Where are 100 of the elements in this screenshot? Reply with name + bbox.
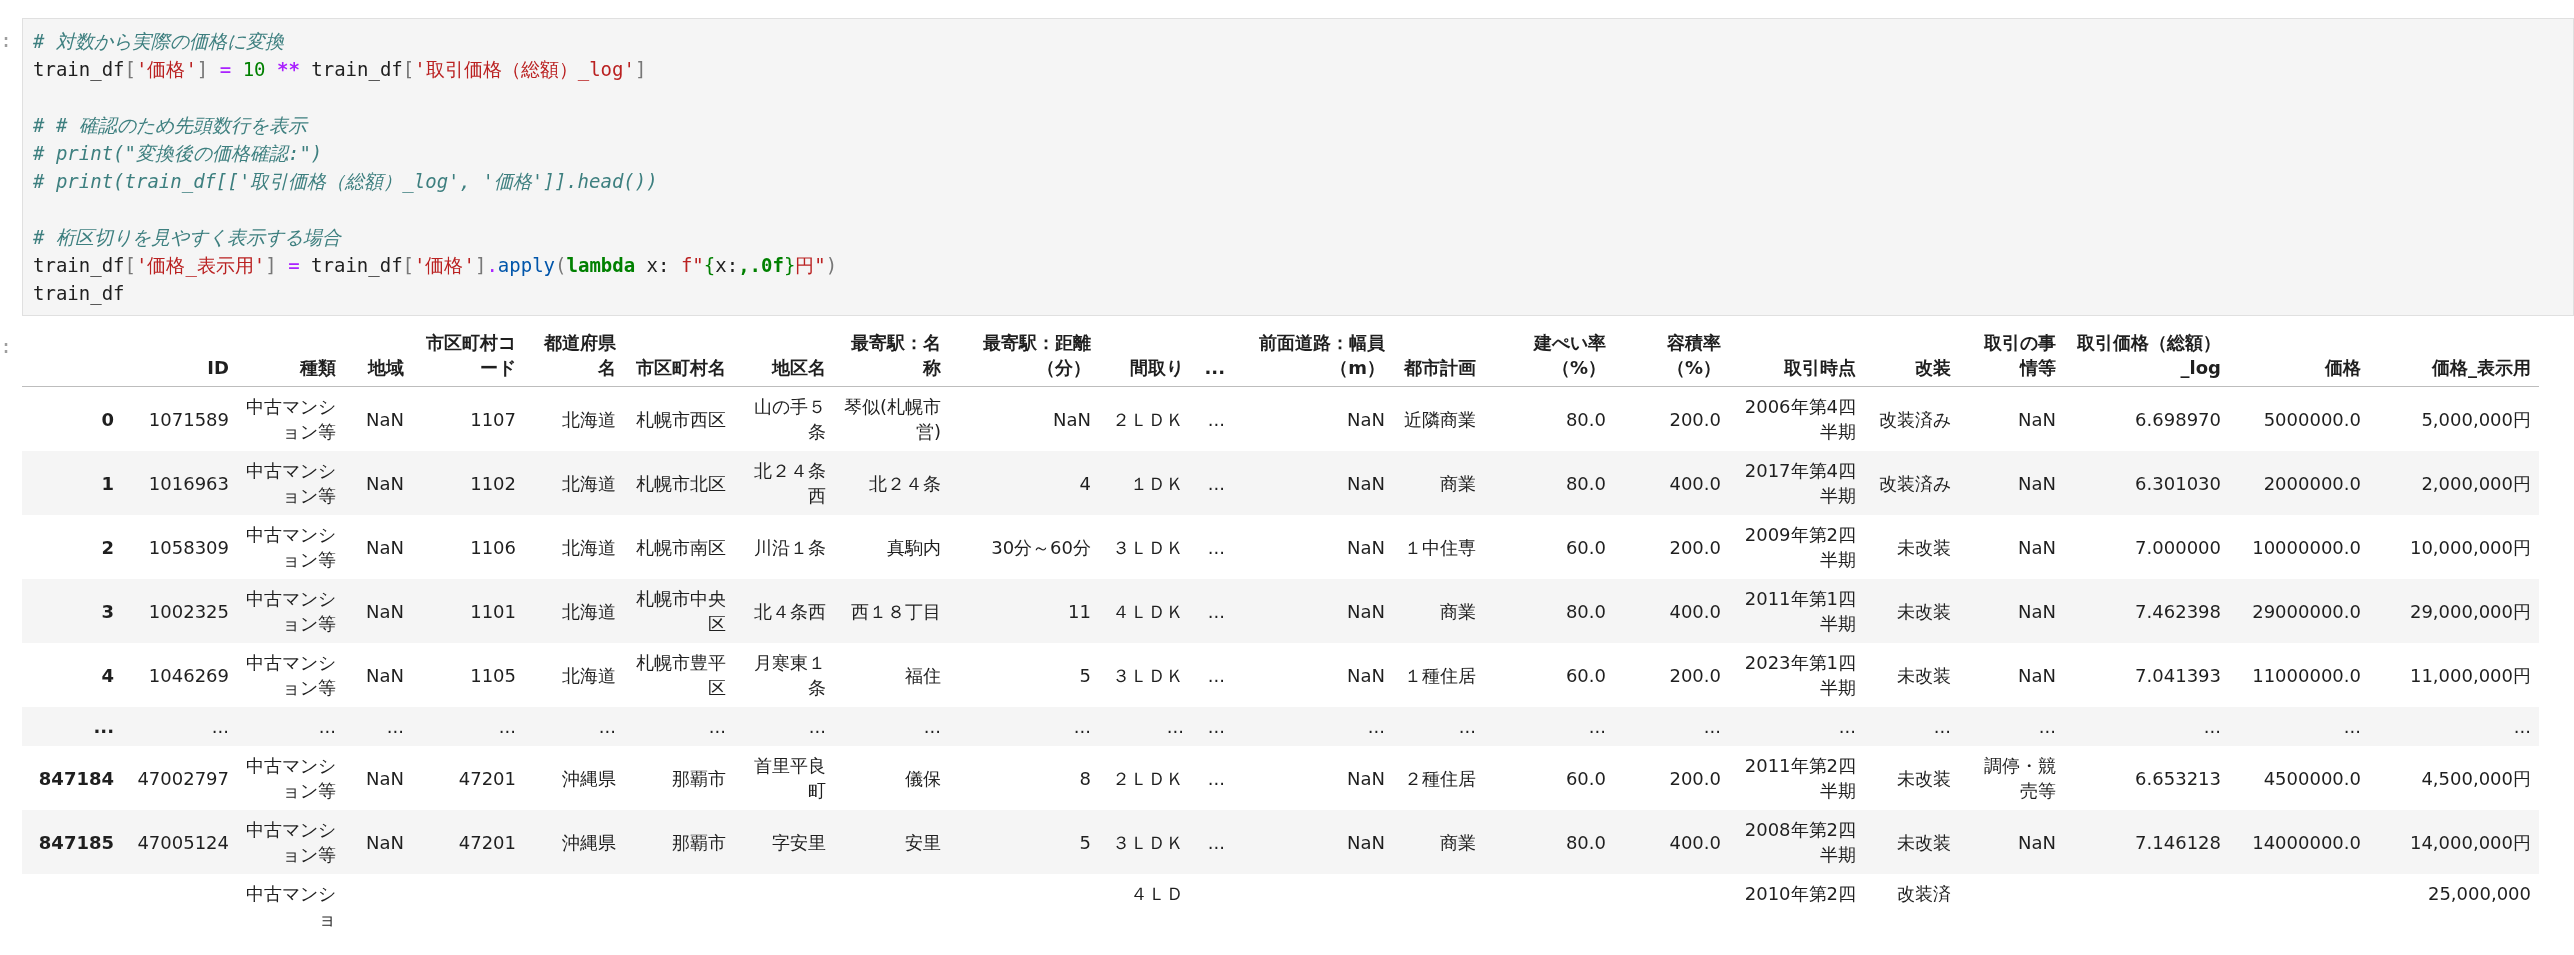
table-cell: 2008年第2四半期 [1729,810,1864,874]
table-cell: NaN [1233,746,1393,810]
table-cell: ... [344,707,412,746]
table-cell: 7.146128 [2064,810,2229,874]
column-header: 最寄駅：距離（分） [949,324,1099,387]
table-cell: 北４条西 [734,579,834,643]
table-cell: 1105 [412,643,524,707]
table-cell: NaN [1233,451,1393,515]
code-cell[interactable]: # 対数から実際の価格に変換 train_df['価格'] = 10 ** train_df['取引価格（総額）_log'] # # 確認のため先頭数行を表示 # print("変換後の価格確認:") # print(train_df[['取引価格（総額）_log', '価格']].head()) # 桁区切りを見やすく表示する場合 train_df['価格_表示用'] = train_df['価格'].apply(lambda x: f"{x:,.0f}円") train_df [22,18,2574,316]
table-cell: 商業 [1393,451,1484,515]
table-cell: 7.000000 [2064,515,2229,579]
row-index: 4 [22,643,122,707]
table-cell: NaN [1233,643,1393,707]
table-cell: NaN [344,810,412,874]
table-cell: ３ＬＤＫ [1099,810,1192,874]
table-cell: 琴似(札幌市営) [834,386,949,451]
table-cell: 14,000,000円 [2369,810,2539,874]
table-cell: ... [412,707,524,746]
table-cell: ３ＬＤＫ [1099,643,1192,707]
column-header: 地域 [344,324,412,387]
column-header: 取引の事情等 [1959,324,2064,387]
table-cell: 80.0 [1484,451,1614,515]
table-cell: ... [1192,810,1233,874]
table-cell: 400.0 [1614,451,1729,515]
table-cell: 中古マンション等 [237,810,344,874]
table-cell: 11000000.0 [2229,643,2369,707]
column-header: 取引価格（総額）_log [2064,324,2229,387]
table-cell: 商業 [1393,579,1484,643]
table-cell: 2009年第2四半期 [1729,515,1864,579]
row-index: 1 [22,451,122,515]
table-cell: 80.0 [1484,810,1614,874]
table-cell: 西１８丁目 [834,579,949,643]
table-cell: 29000000.0 [2229,579,2369,643]
table-cell: 60.0 [1484,515,1614,579]
table-cell: ... [122,707,237,746]
table-cell: 47005124 [122,810,237,874]
table-cell: 札幌市北区 [624,451,734,515]
table-cell: NaN [1959,579,2064,643]
column-header: ID [122,324,237,387]
table-cell: 29,000,000円 [2369,579,2539,643]
table-cell: 10000000.0 [2229,515,2369,579]
table-cell: 25,000,000 [2369,874,2539,931]
table-cell: NaN [1233,579,1393,643]
table-cell: 80.0 [1484,386,1614,451]
table-cell: NaN [344,451,412,515]
table-cell: 中古マンション等 [237,579,344,643]
table-cell: 2,000,000円 [2369,451,2539,515]
table-cell: 4500000.0 [2229,746,2369,810]
table-cell: 中古マンション等 [237,746,344,810]
table-cell: 2011年第2四半期 [1729,746,1864,810]
table-cell: 30分～60分 [949,515,1099,579]
table-cell: ... [1959,707,2064,746]
table-cell: 6.301030 [2064,451,2229,515]
row-index: 847185 [22,810,122,874]
table-cell: 11,000,000円 [2369,643,2539,707]
table-cell: ... [1233,707,1393,746]
table-cell: 北海道 [524,515,624,579]
table-cell: 14000000.0 [2229,810,2369,874]
table-cell: ... [1729,707,1864,746]
table-cell: ２ＬＤＫ [1099,386,1192,451]
table-cell: １種住居 [1393,643,1484,707]
table-cell: NaN [1959,515,2064,579]
table-cell: ... [1614,707,1729,746]
table-cell: 6.653213 [2064,746,2229,810]
column-header: 間取り [1099,324,1192,387]
table-cell: 7.462398 [2064,579,2229,643]
table-cell: 10,000,000円 [2369,515,2539,579]
table-cell: 400.0 [1614,810,1729,874]
table-cell: 沖縄県 [524,810,624,874]
row-index: 2 [22,515,122,579]
table-cell: ... [834,707,949,746]
table-cell: 1107 [412,386,524,451]
table-cell: 川沿１条 [734,515,834,579]
table-cell: 中古マンション等 [237,515,344,579]
table-cell: 儀保 [834,746,949,810]
table-cell: ... [2229,707,2369,746]
column-header: 種類 [237,324,344,387]
table-cell: 北海道 [524,579,624,643]
table-cell: ... [1393,707,1484,746]
table-cell: １中住専 [1393,515,1484,579]
table-cell: 未改装 [1864,643,1959,707]
table-cell: ... [734,707,834,746]
table-cell: 1016963 [122,451,237,515]
column-header: 都道府県名 [524,324,624,387]
table-cell: 真駒内 [834,515,949,579]
table-cell: 4,500,000円 [2369,746,2539,810]
table-cell: 5000000.0 [2229,386,2369,451]
table-cell: 福住 [834,643,949,707]
table-cell: 近隣商業 [1393,386,1484,451]
row-index: 3 [22,579,122,643]
table-cell: 未改装 [1864,579,1959,643]
table-cell: ４ＬＤＫ [1099,579,1192,643]
column-header: 地区名 [734,324,834,387]
table-cell: ... [1192,386,1233,451]
table-cell: ... [1099,707,1192,746]
table-cell: 北海道 [524,386,624,451]
table-cell: 札幌市豊平区 [624,643,734,707]
table-cell: 60.0 [1484,643,1614,707]
cell-prompt: : [0,333,14,358]
table-cell: NaN [344,386,412,451]
